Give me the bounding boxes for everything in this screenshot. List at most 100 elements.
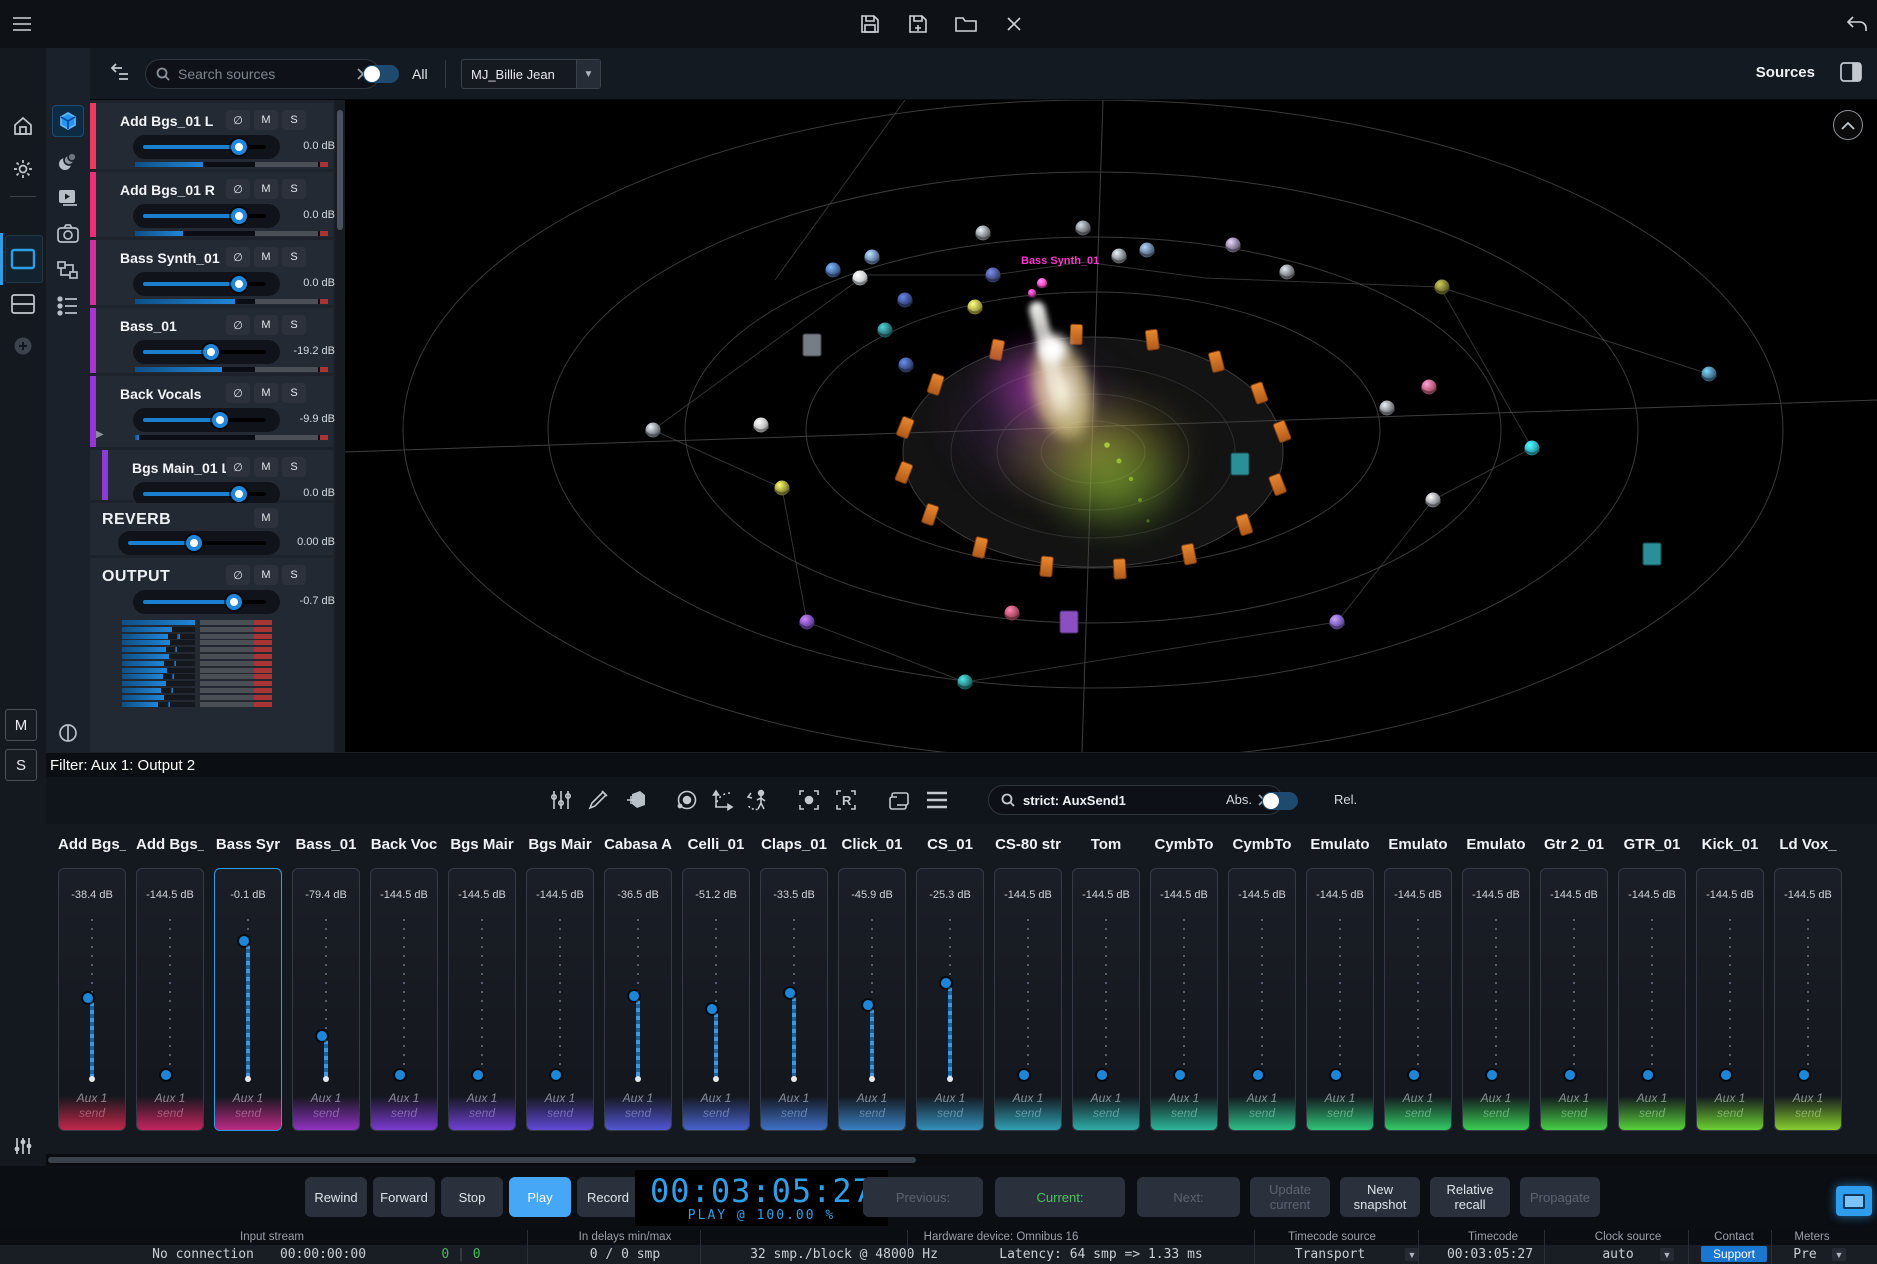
- source-solo-button[interactable]: S: [282, 247, 306, 267]
- strip-fader-box[interactable]: -144.5 dB Aux 1 send: [1150, 868, 1218, 1131]
- media-player-icon[interactable]: [52, 182, 84, 214]
- orbit-tool-icon[interactable]: [672, 785, 702, 815]
- strip-fader-box[interactable]: -144.5 dB Aux 1 send: [448, 868, 516, 1131]
- play-button[interactable]: Play: [509, 1177, 571, 1217]
- strip-fader-knob[interactable]: [1331, 1070, 1341, 1080]
- speaker-box-object[interactable]: [1060, 611, 1078, 633]
- master-solo-button[interactable]: S: [5, 749, 37, 781]
- search-sources-input[interactable]: Search sources: [145, 59, 380, 89]
- strip-fader-knob[interactable]: [551, 1070, 561, 1080]
- strip-fader-box[interactable]: -144.5 dB Aux 1 send: [1306, 868, 1374, 1131]
- add-view-icon[interactable]: [7, 330, 39, 362]
- source-mute-button[interactable]: M: [254, 110, 278, 130]
- strip-fader-knob[interactable]: [1721, 1070, 1731, 1080]
- walker-tool-icon[interactable]: [743, 785, 773, 815]
- routing-icon[interactable]: [52, 254, 84, 286]
- strip-fader-knob[interactable]: [83, 993, 93, 1003]
- meters-mode-value[interactable]: Pre: [1793, 1247, 1816, 1262]
- strip-fader-knob[interactable]: [785, 988, 795, 998]
- strip-fader-box[interactable]: -144.5 dB Aux 1 send: [1618, 868, 1686, 1131]
- new-snapshot-button[interactable]: New snapshot: [1340, 1177, 1420, 1217]
- reverb-mute-button[interactable]: M: [254, 508, 278, 528]
- source-gain-slider[interactable]: [133, 408, 280, 432]
- settings-gear-icon[interactable]: [7, 153, 39, 185]
- strip-fader-knob[interactable]: [473, 1070, 483, 1080]
- speaker-box-object[interactable]: [1231, 453, 1249, 475]
- single-view-icon[interactable]: [7, 243, 39, 275]
- strip-fader-box[interactable]: -144.5 dB Aux 1 send: [1696, 868, 1764, 1131]
- source-phase-button[interactable]: ∅: [226, 383, 250, 403]
- speaker-object[interactable]: [1145, 329, 1159, 350]
- speaker-object[interactable]: [921, 503, 939, 526]
- abs-rel-toggle[interactable]: [1262, 792, 1298, 810]
- strips-scrollbar[interactable]: [46, 1154, 1877, 1166]
- speaker-object[interactable]: [1040, 556, 1054, 577]
- propagate-button[interactable]: Propagate: [1520, 1177, 1600, 1217]
- speaker-object[interactable]: [1070, 324, 1083, 344]
- previous-snapshot-button[interactable]: Previous:: [863, 1177, 983, 1217]
- source-row[interactable]: Bass_01∅MS -19.2 dB: [90, 308, 333, 373]
- output-solo-button[interactable]: S: [282, 565, 306, 585]
- focus-tool-icon[interactable]: [794, 785, 824, 815]
- strip-fader-box[interactable]: -144.5 dB Aux 1 send: [1384, 868, 1452, 1131]
- sources-spheres-icon[interactable]: [52, 146, 84, 178]
- pen-tool-icon[interactable]: [583, 785, 613, 815]
- strip-fader-box[interactable]: -45.9 dB Aux 1 send: [838, 868, 906, 1131]
- source-mute-button[interactable]: M: [254, 383, 278, 403]
- source-solo-button[interactable]: S: [282, 110, 306, 130]
- open-folder-icon[interactable]: [952, 10, 980, 38]
- source-gain-slider[interactable]: [133, 135, 280, 159]
- scene-collapse-button[interactable]: [1833, 110, 1863, 140]
- strip-fader-knob[interactable]: [1799, 1070, 1809, 1080]
- list-icon[interactable]: [52, 290, 84, 322]
- clock-source-value[interactable]: auto: [1602, 1247, 1633, 1262]
- relative-recall-button[interactable]: Relative recall: [1430, 1177, 1510, 1217]
- vertical-split-icon[interactable]: [52, 717, 84, 749]
- split-view-icon[interactable]: [7, 288, 39, 320]
- all-sources-toggle[interactable]: [363, 65, 399, 83]
- tc-source-value[interactable]: Transport: [1295, 1247, 1365, 1262]
- speaker-box-object[interactable]: [803, 334, 821, 356]
- strip-fader-box[interactable]: -144.5 dB Aux 1 send: [994, 868, 1062, 1131]
- update-current-button[interactable]: Update current: [1250, 1177, 1330, 1217]
- next-snapshot-button[interactable]: Next:: [1137, 1177, 1240, 1217]
- source-gain-slider[interactable]: [133, 204, 280, 228]
- source-mute-button[interactable]: M: [254, 315, 278, 335]
- strip-fader-box[interactable]: -144.5 dB Aux 1 send: [370, 868, 438, 1131]
- source-row[interactable]: Add Bgs_01 L∅MS 0.0 dB: [90, 103, 333, 169]
- meters-dropdown-icon[interactable]: ▼: [1832, 1248, 1846, 1261]
- strip-fader-knob[interactable]: [1097, 1070, 1107, 1080]
- faders-tool-icon[interactable]: [546, 785, 576, 815]
- strip-fader-knob[interactable]: [1019, 1070, 1029, 1080]
- scene-3d-icon[interactable]: [52, 105, 84, 137]
- tc-source-dropdown-icon[interactable]: ▼: [1405, 1248, 1419, 1261]
- strip-fader-knob[interactable]: [1253, 1070, 1263, 1080]
- source-solo-button[interactable]: S: [282, 179, 306, 199]
- source-row[interactable]: Back Vocals∅MS -9.9 dB ▶: [90, 376, 333, 447]
- strip-fader-box[interactable]: -144.5 dB Aux 1 send: [1462, 868, 1530, 1131]
- source-row[interactable]: Bass Synth_01∅MS 0.0 dB: [90, 240, 333, 305]
- axis-tool-icon[interactable]: [708, 785, 738, 815]
- camera-icon[interactable]: [52, 218, 84, 250]
- source-row[interactable]: Add Bgs_01 R∅MS 0.0 dB: [90, 172, 333, 237]
- output-mute-button[interactable]: M: [254, 565, 278, 585]
- record-button[interactable]: Record: [577, 1177, 639, 1217]
- source-phase-button[interactable]: ∅: [226, 457, 250, 477]
- strip-fader-box[interactable]: -79.4 dB Aux 1 send: [292, 868, 360, 1131]
- forward-button[interactable]: Forward: [373, 1177, 435, 1217]
- strip-fader-knob[interactable]: [863, 1000, 873, 1010]
- strip-fader-box[interactable]: -25.3 dB Aux 1 send: [916, 868, 984, 1131]
- output-phase-button[interactable]: ∅: [226, 565, 250, 585]
- strip-fader-knob[interactable]: [161, 1070, 171, 1080]
- save-icon[interactable]: [856, 10, 884, 38]
- expand-children-icon[interactable]: ▶: [96, 429, 104, 440]
- source-solo-button[interactable]: S: [282, 457, 306, 477]
- source-phase-button[interactable]: ∅: [226, 110, 250, 130]
- strip-fader-knob[interactable]: [1409, 1070, 1419, 1080]
- output-row[interactable]: OUTPUT ∅ M S -0.7 dB: [90, 558, 333, 752]
- monitor-icon[interactable]: [1836, 1186, 1872, 1216]
- strip-fader-knob[interactable]: [1175, 1070, 1185, 1080]
- close-project-icon[interactable]: [1000, 10, 1028, 38]
- strip-fader-box[interactable]: -144.5 dB Aux 1 send: [1072, 868, 1140, 1131]
- menu-tool-icon[interactable]: [922, 785, 952, 815]
